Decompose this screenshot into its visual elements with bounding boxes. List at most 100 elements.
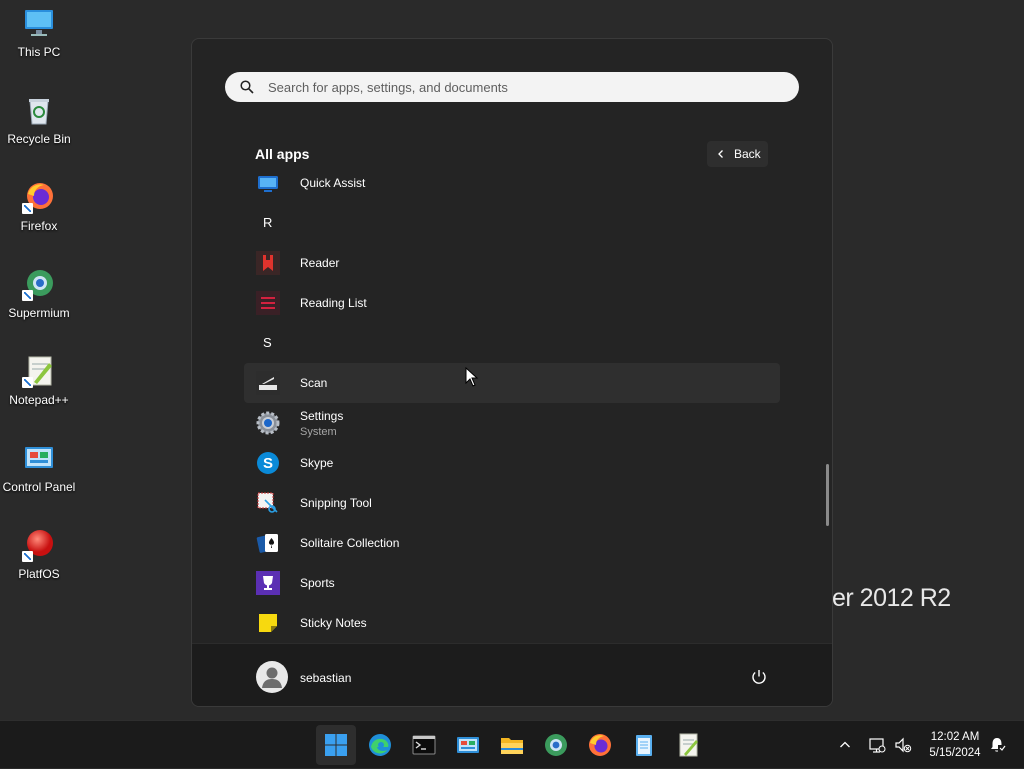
app-name: Reading List: [300, 296, 367, 310]
taskbar-notepad-button[interactable]: [624, 725, 664, 765]
start-menu: All apps Back Quick Assist R Reader Re: [191, 38, 833, 707]
clock-time: 12:02 AM: [930, 731, 980, 743]
notepadpp-icon: [22, 354, 56, 388]
app-name: Settings: [300, 408, 344, 423]
chevron-up-icon: [840, 741, 850, 748]
file-explorer-icon: [499, 732, 525, 758]
taskbar-start-button[interactable]: [316, 725, 356, 765]
app-name: Scan: [300, 376, 328, 390]
app-item-solitaire-collection[interactable]: Solitaire Collection: [244, 523, 780, 563]
skype-icon: S: [256, 451, 280, 475]
desktop-icon-recycle-bin[interactable]: Recycle Bin: [0, 87, 78, 167]
taskbar-notepadpp-button[interactable]: [668, 725, 708, 765]
desktop-icon-control-panel[interactable]: Control Panel: [0, 435, 78, 515]
back-label: Back: [734, 147, 761, 161]
app-item-settings[interactable]: Settings System: [244, 403, 780, 443]
app-name: Sports: [300, 576, 335, 590]
letter-header[interactable]: R: [263, 215, 272, 230]
desktop-icon-label: This PC: [17, 45, 61, 59]
desktop-icon-label: Notepad++: [9, 393, 69, 407]
svg-text:S: S: [263, 455, 273, 472]
app-item-snipping-tool[interactable]: Snipping Tool: [244, 483, 780, 523]
app-item-sports[interactable]: Sports: [244, 563, 780, 603]
letter-header[interactable]: S: [263, 335, 272, 350]
os-watermark: ver 2012 R2: [820, 584, 951, 612]
sticky-notes-icon: [256, 611, 280, 635]
show-hidden-icons-button[interactable]: [834, 721, 856, 769]
desktop-icon-platfos[interactable]: PlatfOS: [0, 522, 78, 602]
notepad-icon: [631, 732, 657, 758]
notepadpp-icon: [675, 732, 701, 758]
back-button[interactable]: Back: [707, 141, 768, 167]
user-name[interactable]: sebastian: [300, 671, 351, 685]
user-bar: sebastian: [192, 643, 832, 706]
app-subtitle: System: [300, 425, 337, 438]
quick-assist-icon: [256, 171, 280, 195]
supermium-icon: [22, 267, 56, 301]
power-icon: [752, 670, 766, 684]
app-name: Snipping Tool: [300, 496, 372, 510]
app-item-reading-list[interactable]: Reading List: [244, 283, 780, 323]
scan-icon: [256, 371, 280, 395]
taskbar-file-explorer-button[interactable]: [492, 725, 532, 765]
volume-button[interactable]: [892, 721, 914, 769]
settings-icon: [256, 411, 280, 435]
taskbar: 12:02 AM 5/15/2024: [0, 720, 1024, 768]
all-apps-list: Quick Assist R Reader Reading List S Sca…: [244, 169, 780, 641]
speaker-muted-icon: [895, 737, 912, 753]
firefox-icon: [587, 732, 613, 758]
snipping-tool-icon: [256, 491, 280, 515]
search-input[interactable]: [266, 78, 770, 96]
desktop-icon-label: Firefox: [20, 219, 58, 233]
desktop-icon-this-pc[interactable]: This PC: [0, 0, 78, 80]
app-name: Skype: [300, 456, 334, 470]
control-panel-icon: [455, 732, 481, 758]
platfos-icon: [22, 528, 56, 562]
app-name: Quick Assist: [300, 176, 366, 190]
taskbar-clock[interactable]: 12:02 AM 5/15/2024: [916, 729, 994, 761]
app-item-scan[interactable]: Scan: [244, 363, 780, 403]
all-apps-heading: All apps: [255, 146, 310, 162]
reader-icon: [256, 251, 280, 275]
search-box[interactable]: [225, 72, 799, 102]
solitaire-icon: [256, 531, 280, 555]
chevron-left-icon: [714, 147, 728, 161]
network-icon: [869, 738, 886, 753]
app-name: Reader: [300, 256, 340, 270]
sports-trophy-icon: [256, 571, 280, 595]
edge-icon: [367, 732, 393, 758]
desktop-icon-label: PlatfOS: [18, 567, 60, 581]
recycle-bin-icon: [22, 93, 56, 127]
app-item-quick-assist[interactable]: Quick Assist: [244, 169, 780, 203]
taskbar-terminal-button[interactable]: [404, 725, 444, 765]
terminal-icon: [411, 732, 437, 758]
clock-date: 5/15/2024: [929, 747, 981, 759]
desktop-icon-supermium[interactable]: Supermium: [0, 261, 78, 341]
mouse-cursor-icon: [465, 367, 479, 387]
desktop-icon-label: Recycle Bin: [7, 132, 71, 146]
reading-list-icon: [256, 291, 280, 315]
taskbar-firefox-button[interactable]: [580, 725, 620, 765]
taskbar-supermium-button[interactable]: [536, 725, 576, 765]
app-item-sticky-notes[interactable]: Sticky Notes: [244, 603, 780, 641]
user-avatar[interactable]: [256, 661, 288, 693]
notification-bell-icon: [991, 738, 1006, 752]
control-panel-icon: [22, 441, 56, 475]
taskbar-control-panel-button[interactable]: [448, 725, 488, 765]
firefox-icon: [22, 180, 56, 214]
taskbar-edge-button[interactable]: [360, 725, 400, 765]
desktop-icon-notepadpp[interactable]: Notepad++: [0, 348, 78, 428]
desktop-icon-firefox[interactable]: Firefox: [0, 174, 78, 254]
app-item-reader[interactable]: Reader: [244, 243, 780, 283]
power-button[interactable]: [750, 668, 768, 686]
search-icon: [240, 80, 254, 94]
app-item-skype[interactable]: S Skype: [244, 443, 780, 483]
supermium-icon: [543, 732, 569, 758]
app-list-scrollbar[interactable]: [826, 464, 829, 526]
notifications-button[interactable]: [986, 721, 1008, 769]
network-status-button[interactable]: [864, 721, 890, 769]
start-icon: [323, 732, 349, 758]
app-name: Solitaire Collection: [300, 536, 400, 550]
app-name: Sticky Notes: [300, 616, 367, 630]
desktop-icon-label: Supermium: [8, 306, 70, 320]
